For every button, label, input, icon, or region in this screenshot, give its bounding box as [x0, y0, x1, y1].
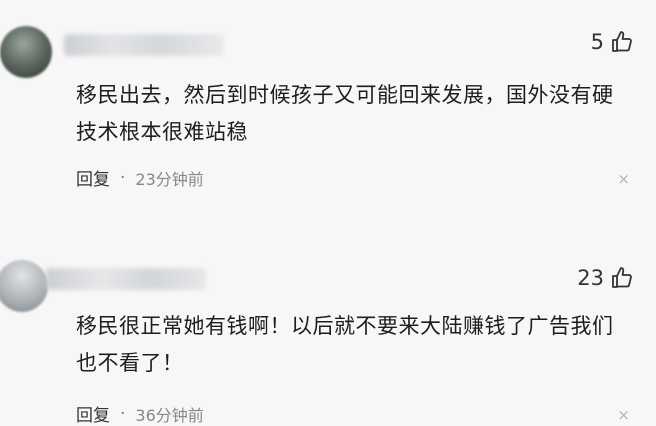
thumbs-up-icon — [610, 30, 634, 54]
like-count: 23 — [577, 266, 604, 290]
close-icon[interactable]: × — [617, 170, 630, 188]
reply-button[interactable]: 回复 — [76, 401, 110, 426]
comment-text: 移民出去，然后到时候孩子又可能回来发展，国外没有硬技术根本很难站稳 — [76, 83, 614, 144]
like-button[interactable]: 5 — [591, 30, 634, 54]
comment-time: 36分钟前 — [135, 405, 204, 425]
meta-separator: · — [120, 403, 126, 424]
thumbs-up-icon — [610, 266, 634, 290]
close-icon[interactable]: × — [617, 406, 630, 424]
username-blurred[interactable] — [46, 268, 206, 290]
comment-text: 移民很正常她有钱啊！以后就不要来大陆赚钱了广告我们也不看了！ — [76, 314, 614, 375]
comment-time: 23分钟前 — [135, 169, 204, 189]
avatar[interactable] — [0, 260, 48, 312]
comment-meta: 回复 · 23分钟前 — [76, 165, 204, 191]
username-blurred[interactable] — [64, 34, 224, 56]
meta-separator: · — [120, 167, 126, 188]
comment-meta: 回复 · 36分钟前 — [76, 401, 204, 426]
like-count: 5 — [590, 30, 604, 54]
reply-button[interactable]: 回复 — [76, 165, 110, 190]
like-button[interactable]: 23 — [577, 266, 634, 290]
comment-item: 5 移民出去，然后到时候孩子又可能回来发展，国外没有硬技术根本很难站稳 回复 ·… — [0, 0, 656, 232]
avatar[interactable] — [0, 26, 52, 78]
comment-item: 23 移民很正常她有钱啊！以后就不要来大陆赚钱了广告我们也不看了！ 回复 · 3… — [0, 232, 656, 426]
